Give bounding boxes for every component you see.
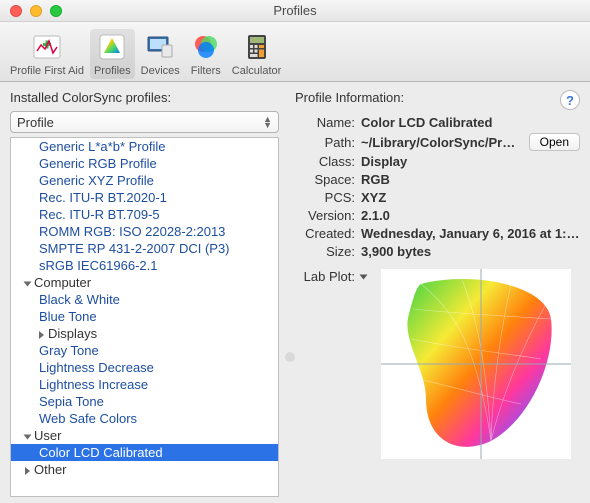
- created-value: Wednesday, January 6, 2016 at 1:53:4…: [361, 226, 580, 241]
- space-value: RGB: [361, 172, 580, 187]
- tree-item[interactable]: Blue Tone: [11, 308, 278, 325]
- profile-info-grid: Name: Color LCD Calibrated Path: ~/Libra…: [295, 115, 580, 259]
- toolbar-label: Calculator: [232, 65, 282, 77]
- tree-item[interactable]: SMPTE RP 431-2-2007 DCI (P3): [11, 240, 278, 257]
- tree-group-label: Displays: [48, 326, 97, 341]
- pcs-label: PCS:: [295, 190, 355, 205]
- toolbar-label: Devices: [141, 65, 180, 77]
- chevron-updown-icon: ▲▼: [263, 116, 272, 128]
- size-label: Size:: [295, 244, 355, 259]
- name-value: Color LCD Calibrated: [361, 115, 580, 130]
- tree-group-label: User: [34, 428, 61, 443]
- left-panel: Installed ColorSync profiles: Profile ▲▼…: [0, 82, 285, 503]
- path-value: ~/Library/ColorSync/Profiles…: [361, 135, 523, 150]
- calculator-icon: [241, 31, 273, 63]
- name-label: Name:: [295, 115, 355, 130]
- gamut-plot-icon: [381, 269, 571, 459]
- tree-group-label: Other: [34, 462, 67, 477]
- pane-resize-handle[interactable]: [285, 352, 295, 362]
- version-value: 2.1.0: [361, 208, 580, 223]
- tree-item[interactable]: Black & White: [11, 291, 278, 308]
- pcs-value: XYZ: [361, 190, 580, 205]
- tree-item[interactable]: Generic XYZ Profile: [11, 172, 278, 189]
- installed-profiles-label: Installed ColorSync profiles:: [10, 90, 279, 105]
- tree-item[interactable]: ROMM RGB: ISO 22028-2:2013: [11, 223, 278, 240]
- profile-sort-dropdown[interactable]: Profile ▲▼: [10, 111, 279, 133]
- tree-item[interactable]: sRGB IEC61966-2.1: [11, 257, 278, 274]
- filters-icon: [190, 31, 222, 63]
- profiles-list[interactable]: Generic L*a*b* ProfileGeneric RGB Profil…: [10, 137, 279, 497]
- devices-icon: [144, 31, 176, 63]
- toolbar-filters[interactable]: Filters: [186, 29, 226, 79]
- class-label: Class:: [295, 154, 355, 169]
- toolbar-calculator[interactable]: Calculator: [228, 29, 286, 79]
- size-value: 3,900 bytes: [361, 244, 580, 259]
- version-label: Version:: [295, 208, 355, 223]
- disclosure-triangle-icon: [39, 331, 44, 339]
- toolbar-devices[interactable]: Devices: [137, 29, 184, 79]
- disclosure-triangle-icon[interactable]: [360, 275, 368, 280]
- tree-item[interactable]: Sepia Tone: [11, 393, 278, 410]
- disclosure-triangle-icon: [24, 281, 32, 286]
- dropdown-value: Profile: [17, 115, 54, 130]
- tree-item[interactable]: Lightness Increase: [11, 376, 278, 393]
- tree-item[interactable]: Gray Tone: [11, 342, 278, 359]
- class-value: Display: [361, 154, 580, 169]
- created-label: Created:: [295, 226, 355, 241]
- titlebar: Profiles: [0, 0, 590, 22]
- first-aid-icon: [31, 31, 63, 63]
- tree-item[interactable]: Rec. ITU-R BT.709-5: [11, 206, 278, 223]
- toolbar-profile-first-aid[interactable]: Profile First Aid: [6, 29, 88, 79]
- tree-group[interactable]: User: [11, 427, 278, 444]
- window-title: Profiles: [0, 3, 590, 18]
- space-label: Space:: [295, 172, 355, 187]
- toolbar-label: Filters: [191, 65, 221, 77]
- toolbar-label: Profile First Aid: [10, 65, 84, 77]
- tree-item[interactable]: Generic L*a*b* Profile: [11, 138, 278, 155]
- lab-plot[interactable]: [381, 269, 571, 459]
- profile-info-heading: Profile Information:: [295, 90, 580, 105]
- lab-plot-section: Lab Plot:: [295, 269, 580, 459]
- toolbar-label: Profiles: [94, 65, 131, 77]
- body: Installed ColorSync profiles: Profile ▲▼…: [0, 82, 590, 503]
- disclosure-triangle-icon: [24, 434, 32, 439]
- labplot-label: Lab Plot:: [295, 269, 355, 459]
- tree-item[interactable]: Lightness Decrease: [11, 359, 278, 376]
- tree-item[interactable]: Color LCD Calibrated: [11, 444, 278, 461]
- profiles-icon: [96, 31, 128, 63]
- open-button[interactable]: Open: [529, 133, 580, 151]
- tree-group-label: Computer: [34, 275, 91, 290]
- tree-group[interactable]: Other: [11, 461, 278, 478]
- tree-item[interactable]: Rec. ITU-R BT.2020-1: [11, 189, 278, 206]
- toolbar: Profile First Aid Profiles Devices Filte…: [0, 22, 590, 82]
- right-panel: Profile Information: ? Name: Color LCD C…: [285, 82, 590, 503]
- tree-item[interactable]: Generic RGB Profile: [11, 155, 278, 172]
- path-label: Path:: [295, 135, 355, 150]
- tree-group[interactable]: Displays: [11, 325, 278, 342]
- disclosure-triangle-icon: [25, 467, 30, 475]
- tree-group[interactable]: Computer: [11, 274, 278, 291]
- tree-item[interactable]: Web Safe Colors: [11, 410, 278, 427]
- toolbar-profiles[interactable]: Profiles: [90, 29, 135, 79]
- help-button[interactable]: ?: [560, 90, 580, 110]
